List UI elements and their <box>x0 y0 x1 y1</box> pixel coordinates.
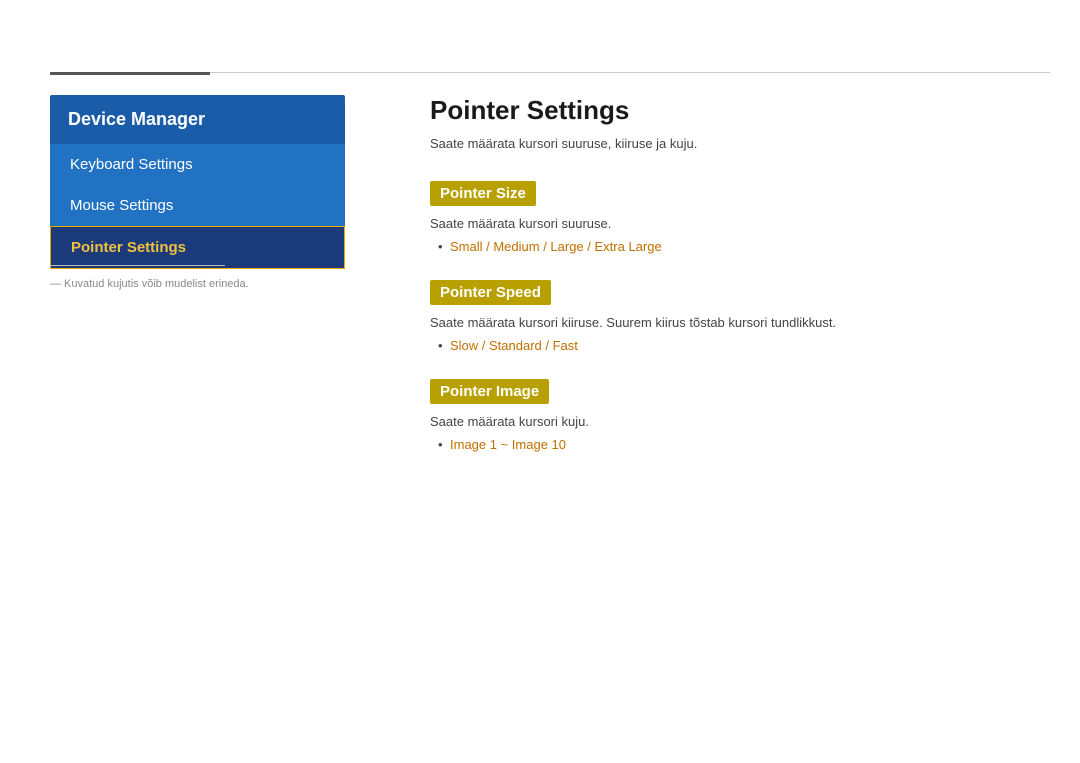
sidebar-item-pointer-settings[interactable]: Pointer Settings <box>50 226 345 269</box>
pointer-speed-options-text: Slow / Standard / Fast <box>450 338 578 353</box>
pointer-speed-options: Slow / Standard / Fast <box>440 338 1030 353</box>
sidebar-item-mouse-settings[interactable]: Mouse Settings <box>50 185 345 226</box>
pointer-image-section: Pointer Image Saate määrata kursori kuju… <box>430 373 1030 452</box>
sidebar-divider <box>50 265 225 266</box>
pointer-size-options: Small / Medium / Large / Extra Large <box>440 239 1030 254</box>
pointer-size-list: Small / Medium / Large / Extra Large <box>430 239 1030 254</box>
pointer-speed-heading: Pointer Speed <box>430 280 551 305</box>
top-bar-accent <box>50 72 210 75</box>
pointer-size-options-text: Small / Medium / Large / Extra Large <box>450 239 662 254</box>
pointer-image-options: Image 1 ~ Image 10 <box>440 437 1030 452</box>
pointer-image-heading: Pointer Image <box>430 379 549 404</box>
pointer-speed-section: Pointer Speed Saate määrata kursori kiir… <box>430 274 1030 353</box>
sidebar-menu: Keyboard Settings Mouse Settings Pointer… <box>50 144 345 269</box>
page-subtitle: Saate määrata kursori suuruse, kiiruse j… <box>430 136 1030 151</box>
sidebar-title: Device Manager <box>50 95 345 144</box>
pointer-image-desc: Saate määrata kursori kuju. <box>430 414 1030 429</box>
pointer-image-options-text: Image 1 ~ Image 10 <box>450 437 566 452</box>
pointer-speed-list: Slow / Standard / Fast <box>430 338 1030 353</box>
pointer-image-list: Image 1 ~ Image 10 <box>430 437 1030 452</box>
main-content: Pointer Settings Saate määrata kursori s… <box>430 95 1030 472</box>
sidebar-item-keyboard-settings[interactable]: Keyboard Settings <box>50 144 345 185</box>
pointer-size-heading: Pointer Size <box>430 181 536 206</box>
pointer-size-section: Pointer Size Saate määrata kursori suuru… <box>430 175 1030 254</box>
pointer-size-desc: Saate määrata kursori suuruse. <box>430 216 1030 231</box>
sidebar: Device Manager Keyboard Settings Mouse S… <box>50 95 345 269</box>
sidebar-note: — Kuvatud kujutis võib mudelist erineda. <box>50 278 249 290</box>
page-title: Pointer Settings <box>430 95 1030 126</box>
pointer-speed-desc: Saate määrata kursori kiiruse. Suurem ki… <box>430 315 1030 330</box>
